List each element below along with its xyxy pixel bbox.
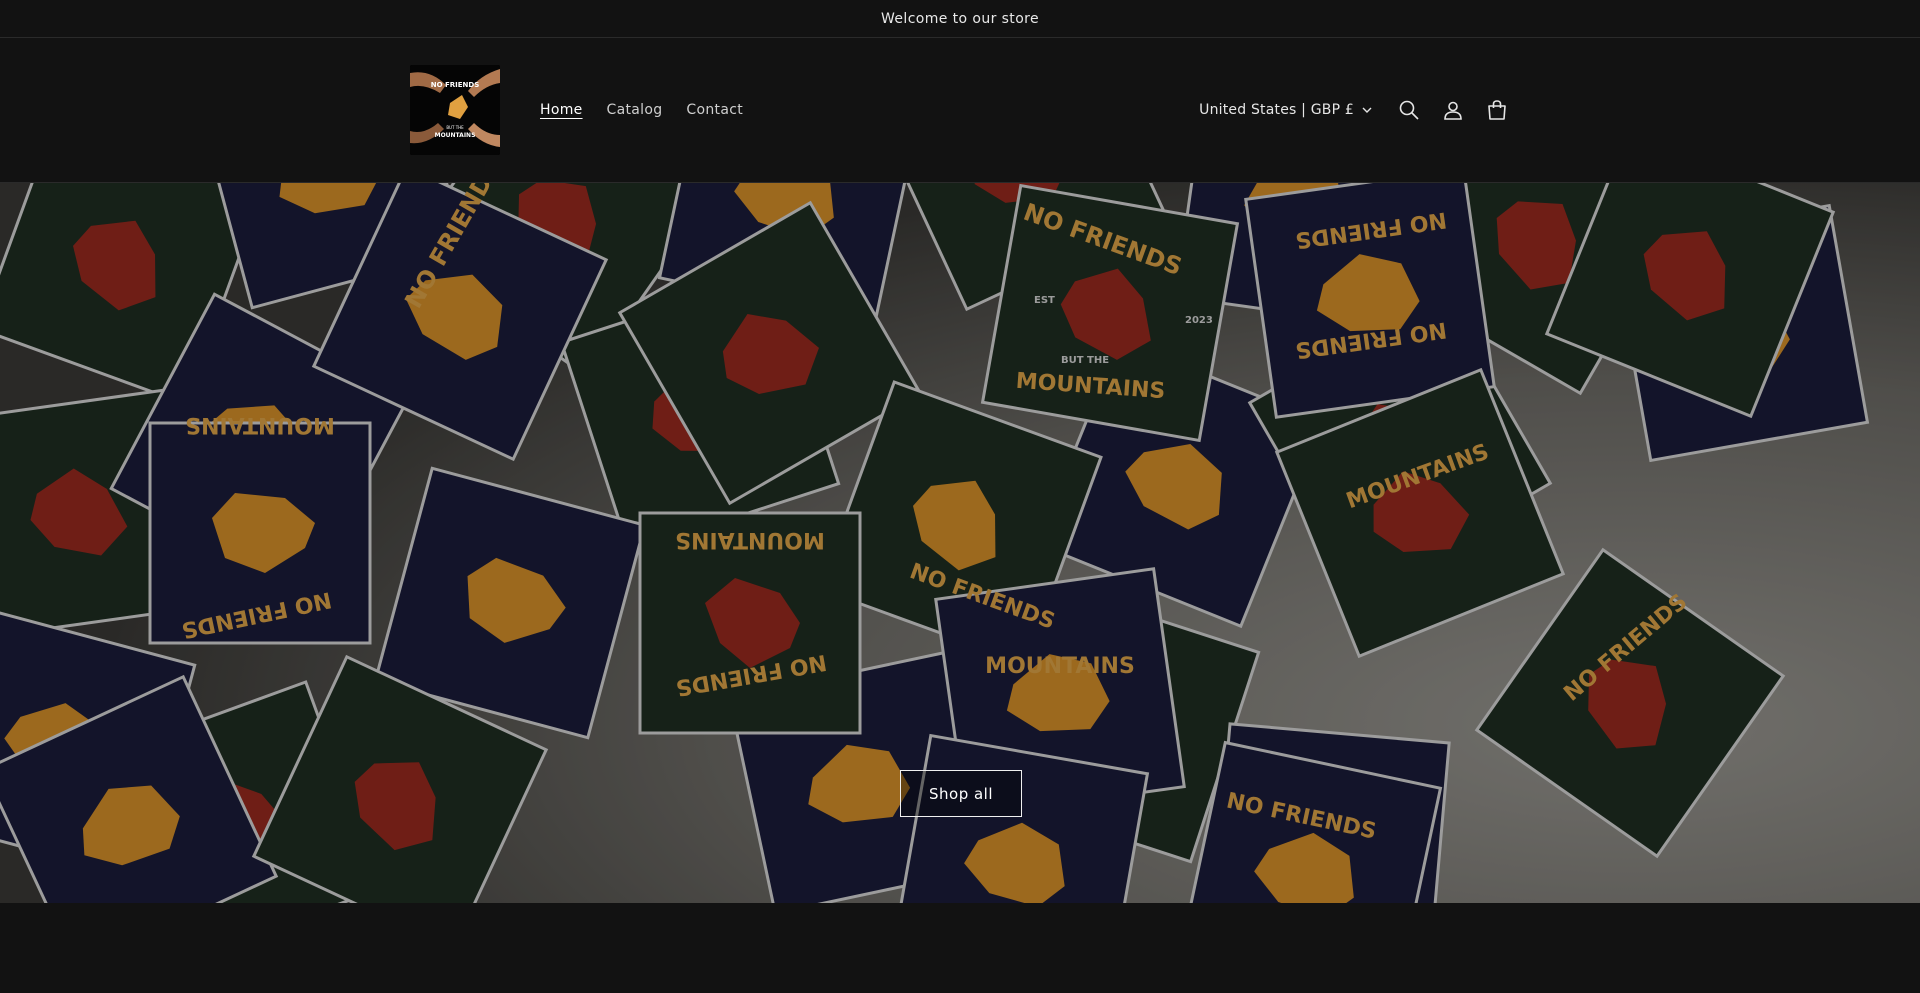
site-header: NO FRIENDS BUT THE MOUNTAINS Home Catalo… [0, 38, 1920, 183]
logo-image: NO FRIENDS BUT THE MOUNTAINS [410, 65, 500, 155]
nav-link-home[interactable]: Home [540, 102, 583, 118]
country-selector-label: United States | GBP £ [1199, 102, 1354, 118]
header-actions: United States | GBP £ [1199, 97, 1510, 123]
cart-button[interactable] [1484, 97, 1510, 123]
nav-link-contact[interactable]: Contact [686, 102, 743, 118]
header-inner: NO FRIENDS BUT THE MOUNTAINS Home Catalo… [410, 38, 1510, 182]
announcement-text: Welcome to our store [880, 10, 1040, 27]
shop-all-button[interactable]: Shop all [900, 770, 1022, 817]
nav-link-catalog[interactable]: Catalog [607, 102, 663, 118]
main-nav: Home Catalog Contact [540, 102, 743, 118]
below-hero-section [0, 903, 1920, 993]
logo-text-bottom: MOUNTAINS [435, 132, 476, 139]
store-logo[interactable]: NO FRIENDS BUT THE MOUNTAINS [410, 65, 500, 155]
cart-icon [1488, 100, 1506, 120]
logo-text-top: NO FRIENDS [431, 81, 480, 89]
announcement-bar: Welcome to our store [0, 0, 1920, 38]
logo-text-middle: BUT THE [446, 125, 464, 130]
country-selector[interactable]: United States | GBP £ [1199, 102, 1372, 118]
search-icon [1399, 100, 1419, 120]
chevron-down-icon [1362, 107, 1372, 113]
account-button[interactable] [1440, 97, 1466, 123]
account-icon [1444, 101, 1462, 120]
search-button[interactable] [1396, 97, 1422, 123]
hero-banner: NO FRIENDS NO FRIENDS MOUNTAINS BUT THE … [0, 183, 1920, 903]
